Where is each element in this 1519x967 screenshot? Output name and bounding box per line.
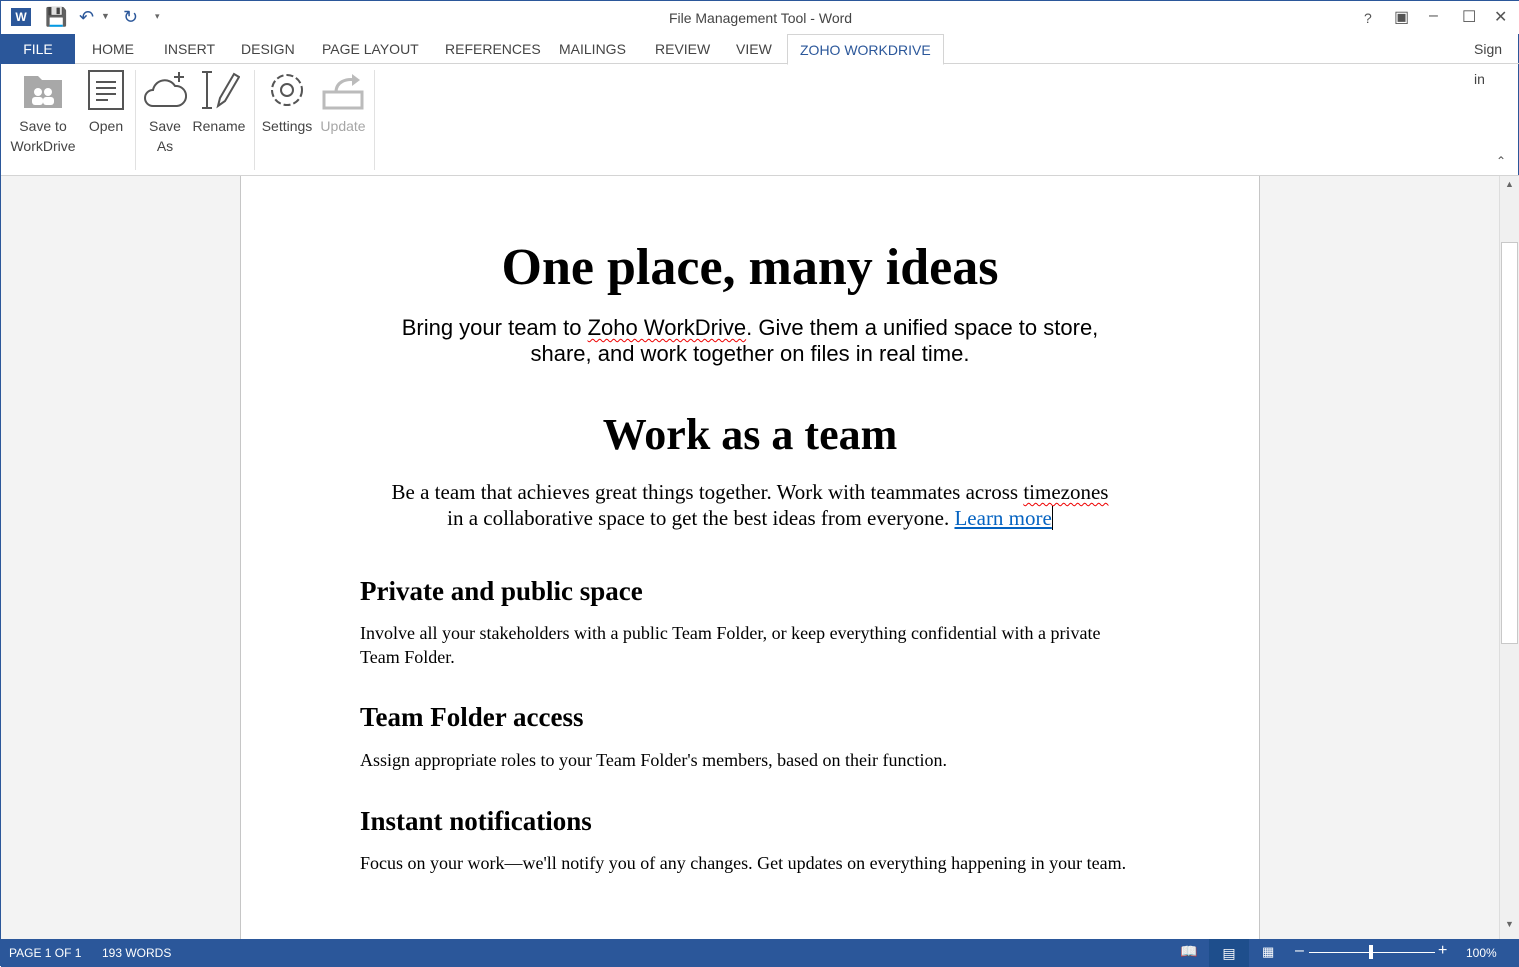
- section-body: Focus on your work—we'll notify you of a…: [360, 853, 1127, 873]
- rename-pencil-icon: [189, 68, 249, 112]
- tab-references[interactable]: REFERENCES: [433, 34, 553, 64]
- settings-button[interactable]: Settings: [258, 68, 316, 136]
- save-as-button[interactable]: Save As: [143, 68, 187, 156]
- paragraph-text: in a collaborative space to get the best…: [447, 506, 955, 530]
- tab-view[interactable]: VIEW: [724, 34, 784, 64]
- tab-home[interactable]: HOME: [80, 34, 146, 64]
- heading-1: One place, many ideas: [501, 239, 999, 296]
- save-to-workdrive-button[interactable]: Save to WorkDrive: [5, 68, 81, 156]
- paragraph-text: Be a team that achieves great things tog…: [391, 480, 1024, 504]
- document-icon: [83, 68, 129, 112]
- page-count[interactable]: PAGE 1 OF 1: [9, 946, 81, 960]
- print-layout-icon[interactable]: ▤: [1209, 939, 1249, 967]
- collapse-ribbon-icon[interactable]: ⌃: [1496, 154, 1506, 168]
- save-as-label-1: Save: [149, 118, 181, 134]
- section-title: Instant notifications: [360, 806, 592, 836]
- minimize-button[interactable]: –: [1429, 7, 1438, 25]
- title-bar: W 💾 ↶ ▼ ↻ ▾ File Management Tool - Word …: [1, 1, 1519, 34]
- misspelled-word: timezones: [1023, 480, 1109, 504]
- ribbon-tabs: FILE HOME INSERT DESIGN PAGE LAYOUT REFE…: [1, 34, 1519, 87]
- update-label: Update: [320, 118, 366, 134]
- ribbon-separator: [254, 70, 255, 170]
- ribbon-separator: [374, 70, 375, 170]
- update-button[interactable]: Update: [316, 68, 370, 136]
- zoom-level[interactable]: 100%: [1466, 946, 1497, 960]
- document-area: One place, many ideas Bring your team to…: [1, 176, 1499, 939]
- word-count[interactable]: 193 WORDS: [102, 946, 171, 960]
- intro-text: Bring your team to: [401, 315, 588, 340]
- save-as-label-2: As: [156, 138, 174, 154]
- close-button[interactable]: ✕: [1494, 7, 1507, 27]
- zoom-slider-thumb[interactable]: [1369, 945, 1373, 959]
- scroll-up-icon[interactable]: ▲: [1501, 179, 1518, 196]
- scroll-down-icon[interactable]: ▼: [1501, 919, 1518, 936]
- tab-review[interactable]: REVIEW: [643, 34, 722, 64]
- gear-icon: [258, 68, 316, 112]
- ribbon-separator: [135, 70, 136, 170]
- help-button[interactable]: ?: [1364, 10, 1372, 26]
- heading-2: Work as a team: [602, 410, 898, 459]
- zoom-in-button[interactable]: +: [1438, 942, 1447, 960]
- zoom-out-button[interactable]: –: [1295, 942, 1304, 960]
- team-paragraph: Be a team that achieves great things tog…: [241, 479, 1259, 531]
- tab-design[interactable]: DESIGN: [229, 34, 307, 64]
- open-label: Open: [88, 118, 124, 134]
- tab-zoho-workdrive[interactable]: ZOHO WORKDRIVE: [787, 34, 944, 65]
- rename-label: Rename: [192, 118, 246, 134]
- read-mode-icon[interactable]: 📖: [1180, 943, 1197, 960]
- rename-button[interactable]: Rename: [189, 68, 249, 136]
- web-layout-icon[interactable]: ▦: [1262, 944, 1274, 960]
- ribbon: Save to WorkDrive Open Save As Rename Se…: [1, 64, 1519, 176]
- settings-label: Settings: [261, 118, 313, 134]
- open-button[interactable]: Open: [83, 68, 129, 136]
- section-body: Involve all your stakeholders with a pub…: [360, 623, 1101, 667]
- cloud-plus-icon: [143, 68, 187, 112]
- maximize-button[interactable]: ☐: [1462, 7, 1476, 27]
- status-bar: PAGE 1 OF 1 193 WORDS 📖 ▤ ▦ – + 100%: [1, 939, 1519, 967]
- section-title: Private and public space: [360, 576, 643, 606]
- section-title: Team Folder access: [360, 702, 584, 732]
- tab-mailings[interactable]: MAILINGS: [547, 34, 638, 64]
- intro-text: . Give them a unified space to store,: [746, 315, 1099, 340]
- misspelled-word: Zoho WorkDrive: [587, 315, 747, 340]
- workdrive-label: WorkDrive: [10, 138, 76, 154]
- window-title: File Management Tool - Word: [668, 10, 853, 26]
- intro-text: share, and work together on files in rea…: [530, 341, 970, 366]
- vertical-scrollbar[interactable]: ▲ ▼: [1499, 176, 1519, 939]
- save-to-label: Save to: [19, 118, 67, 134]
- section-body: Assign appropriate roles to your Team Fo…: [360, 750, 948, 770]
- workdrive-folder-icon: [5, 68, 81, 112]
- document-page[interactable]: One place, many ideas Bring your team to…: [240, 176, 1260, 939]
- scrollbar-thumb[interactable]: [1501, 242, 1518, 644]
- tab-page-layout[interactable]: PAGE LAYOUT: [310, 34, 431, 64]
- tab-file[interactable]: FILE: [1, 34, 75, 64]
- intro-paragraph: Bring your team to Zoho WorkDrive. Give …: [241, 315, 1259, 367]
- learn-more-link[interactable]: Learn more: [954, 506, 1053, 530]
- sign-in-link[interactable]: Sign in: [1462, 34, 1519, 87]
- ribbon-display-options-icon[interactable]: ▣: [1394, 7, 1409, 27]
- update-tray-icon: [316, 68, 370, 112]
- tab-insert[interactable]: INSERT: [152, 34, 227, 64]
